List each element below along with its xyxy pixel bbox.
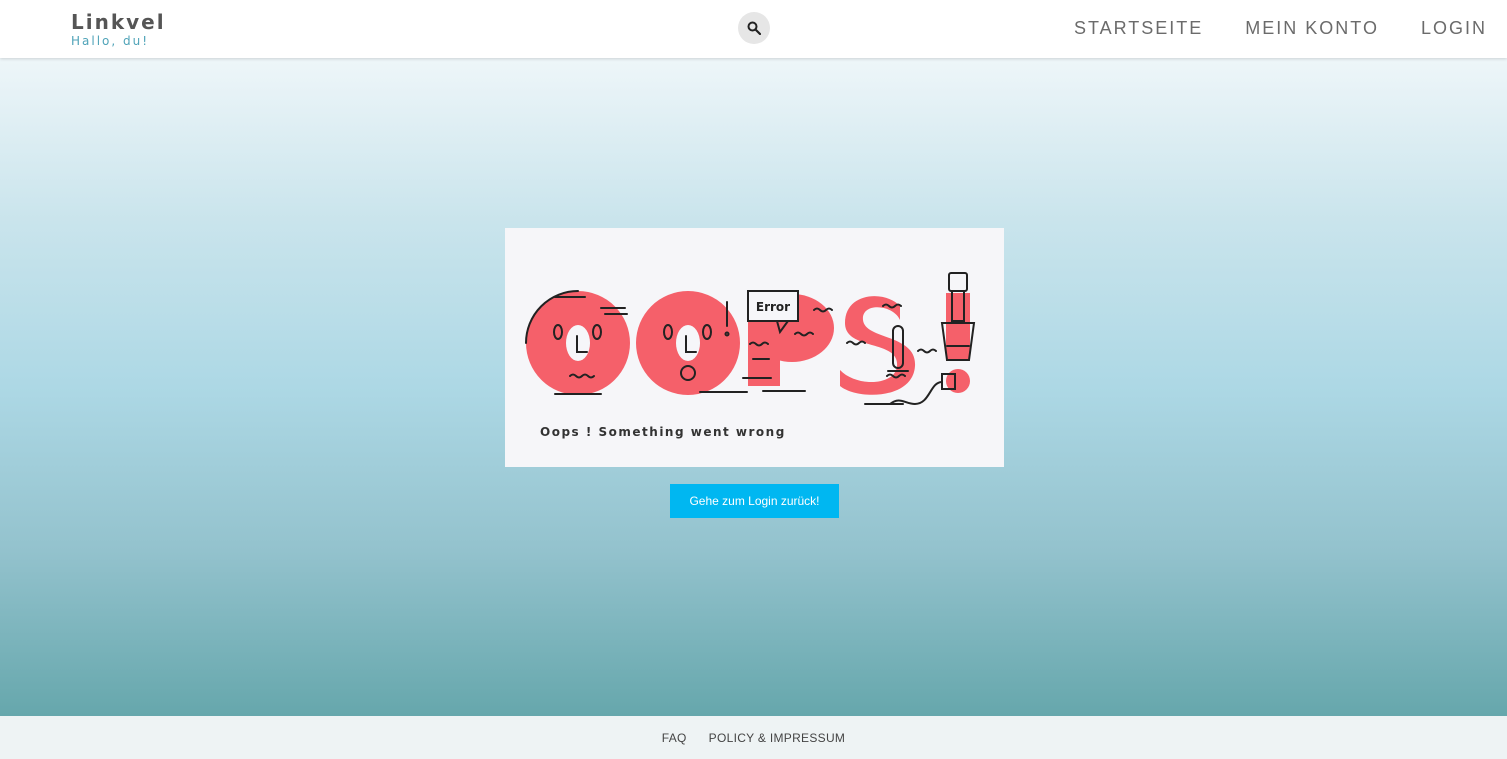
search-icon	[747, 21, 761, 35]
error-bubble-text: Error	[756, 300, 790, 314]
brand-tagline: Hallo, du!	[71, 34, 150, 48]
nav-login[interactable]: LOGIN	[1421, 18, 1487, 39]
oops-caption: Oops ! Something went wrong	[540, 425, 786, 439]
main-nav: STARTSEITE MEIN KONTO LOGIN	[1074, 18, 1487, 39]
footer: FAQ POLICY & IMPRESSUM	[0, 716, 1507, 759]
search-button[interactable]	[738, 12, 770, 44]
main-content: Error Oops ! Something went wrong Gehe z…	[0, 58, 1507, 716]
oops-illustration: Error Oops ! Something went wrong	[505, 228, 1004, 467]
footer-link-faq[interactable]: FAQ	[662, 731, 687, 745]
brand-name[interactable]: Linkvel	[71, 10, 166, 34]
top-bar: Linkvel Hallo, du! STARTSEITE MEIN KONTO…	[0, 0, 1507, 58]
footer-link-policy[interactable]: POLICY & IMPRESSUM	[709, 731, 846, 745]
nav-mein-konto[interactable]: MEIN KONTO	[1245, 18, 1379, 39]
nav-startseite[interactable]: STARTSEITE	[1074, 18, 1203, 39]
brand[interactable]: Linkvel Hallo, du!	[71, 10, 166, 48]
back-to-login-button[interactable]: Gehe zum Login zurück!	[670, 484, 839, 518]
